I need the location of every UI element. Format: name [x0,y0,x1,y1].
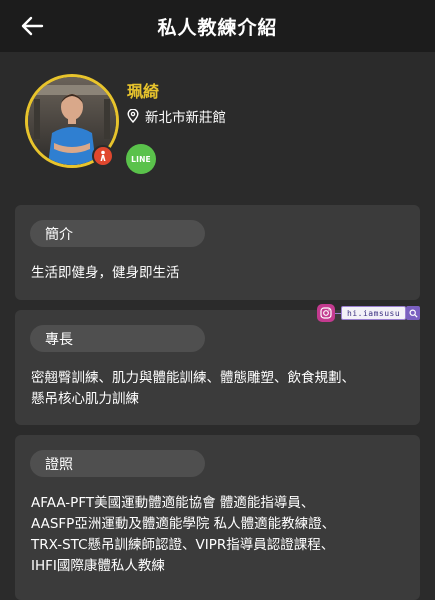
line-icon-label: LINE [131,154,151,164]
app-header: 私人教練介紹 [0,0,435,52]
map-pin-icon [127,109,139,123]
coach-badge-icon [92,145,114,167]
specialty-line: 懸吊核心肌力訓練 [31,391,139,407]
coach-name: 珮綺 [127,82,160,101]
certification-line: AASFP亞洲運動及體適能學院 私人體適能教練證、 [31,516,336,532]
avatar-container [25,74,119,168]
specialty-line: 密翹臀訓練、肌力與體能訓練、體態雕塑、飲食規劃、 [31,370,355,386]
arrow-left-icon [21,16,44,36]
specialty-text: 密翹臀訓練、肌力與體能訓練、體態雕塑、飲食規劃、 懸吊核心肌力訓練 [31,368,411,410]
certification-label: 證照 [30,450,205,477]
certification-text: AFAA-PFT美國運動體適能協會 體適能指導員、 AASFP亞洲運動及體適能學… [31,493,411,577]
watermark: hi.iamsusu [317,304,425,322]
coach-location: 新北市新莊館 [127,106,226,126]
watermark-text: hi.iamsusu [341,306,407,320]
certification-card: 證照 AFAA-PFT美國運動體適能協會 體適能指導員、 AASFP亞洲運動及體… [15,435,420,600]
certification-line: AFAA-PFT美國運動體適能協會 體適能指導員、 [31,495,315,511]
line-contact-button[interactable]: LINE [126,144,156,174]
instagram-icon [317,304,335,322]
intro-card: 簡介 生活即健身，健身即生活 [15,205,420,300]
intro-text: 生活即健身，健身即生活 [31,265,180,281]
specialty-label: 專長 [30,325,205,352]
certification-line: TRX-STC懸吊訓練師認證、VIPR指導員認證課程、 [31,537,335,553]
specialty-card: 專長 密翹臀訓練、肌力與體能訓練、體態雕塑、飲食規劃、 懸吊核心肌力訓練 [15,310,420,425]
certification-line: IHFI國際康體私人教練 [31,558,165,574]
search-icon [406,306,421,320]
back-button[interactable] [12,10,52,42]
location-text: 新北市新莊館 [145,110,226,126]
intro-label: 簡介 [30,220,205,247]
page-title: 私人教練介紹 [157,16,278,39]
coach-profile: 珮綺 新北市新莊館 LINE [0,52,435,192]
